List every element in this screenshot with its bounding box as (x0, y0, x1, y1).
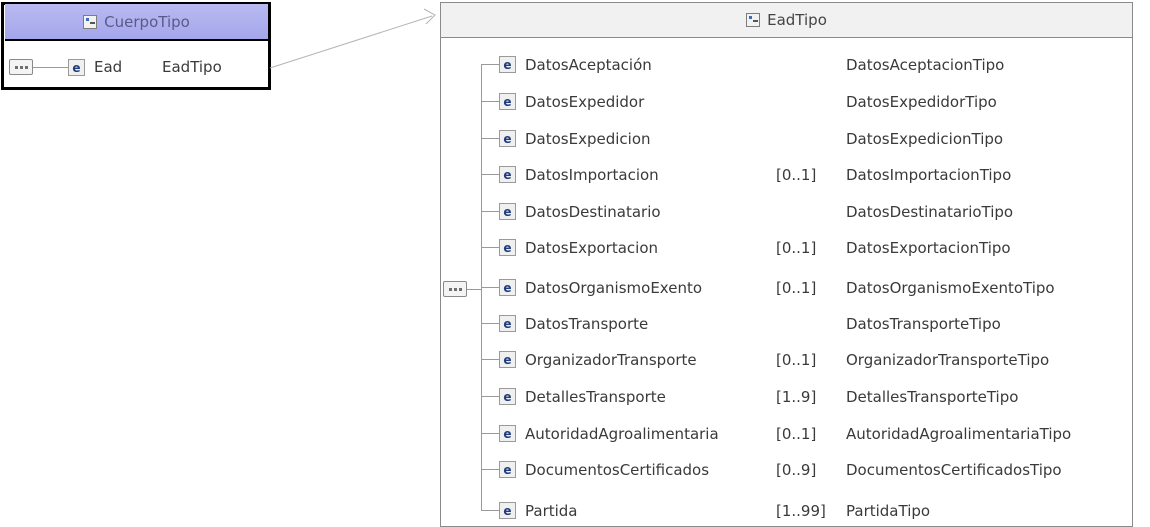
element-type: DatosAceptacionTipo (846, 56, 1005, 74)
element-name: DatosExportacion (525, 239, 659, 257)
ead-tipo-box[interactable] (440, 2, 1133, 527)
element-type: DatosExpedidorTipo (846, 93, 997, 111)
ead-element-name[interactable]: Ead (94, 58, 122, 76)
element-icon: e (499, 130, 516, 147)
element-icon: e (499, 388, 516, 405)
element-type: DatosTransporteTipo (846, 315, 1001, 333)
element-name: OrganizadorTransporte (525, 351, 697, 369)
element-icon: e (499, 351, 516, 368)
connector-line (482, 211, 499, 212)
element-name: DatosDestinatario (525, 203, 661, 221)
element-cardinality: [1..99] (776, 502, 826, 520)
ead-tipo-title: EadTipo (767, 11, 827, 29)
element-cardinality: [0..9] (776, 461, 817, 479)
element-cardinality: [0..1] (776, 279, 817, 297)
ead-tipo-header[interactable]: EadTipo (441, 3, 1132, 38)
connector-line (482, 469, 499, 470)
element-cardinality: [0..1] (776, 166, 817, 184)
element-name: DatosOrganismoExento (525, 279, 703, 297)
element-type: DocumentosCertificadosTipo (846, 461, 1062, 479)
cuerpo-tipo-header[interactable]: CuerpoTipo (5, 4, 268, 41)
element-name: DatosExpedicion (525, 130, 651, 148)
connector-line (482, 510, 499, 511)
element-name: DatosExpedidor (525, 93, 645, 111)
element-type: DatosExportacionTipo (846, 239, 1011, 257)
element-cardinality: [0..1] (776, 425, 817, 443)
element-icon: e (499, 56, 516, 73)
element-name: Partida (525, 502, 578, 520)
connector-line (482, 101, 499, 102)
element-icon: e (68, 59, 85, 76)
element-icon: e (499, 502, 516, 519)
element-name: DatosTransporte (525, 315, 649, 333)
element-cardinality: [0..1] (776, 239, 817, 257)
element-icon: e (499, 425, 516, 442)
connector-line (482, 138, 499, 139)
element-type: DatosExpedicionTipo (846, 130, 1004, 148)
connector-line (482, 396, 499, 397)
element-type: DatosImportacionTipo (846, 166, 1012, 184)
connector-line (482, 247, 499, 248)
connector-line (482, 64, 499, 65)
element-name: DetallesTransporte (525, 388, 666, 406)
element-cardinality: [1..9] (776, 388, 817, 406)
element-type: DatosDestinatarioTipo (846, 203, 1014, 221)
element-name: DatosAceptación (525, 56, 652, 74)
connector-line (482, 433, 499, 434)
connector-line (482, 323, 499, 324)
ead-element-type[interactable]: EadTipo (162, 58, 222, 76)
element-type: PartidaTipo (846, 502, 931, 520)
element-name: DocumentosCertificados (525, 461, 710, 479)
element-name: AutoridadAgroalimentaria (525, 425, 719, 443)
connector-line (33, 67, 68, 68)
element-type: DetallesTransporteTipo (846, 388, 1019, 406)
element-type: AutoridadAgroalimentariaTipo (846, 425, 1072, 443)
connector-line (482, 359, 499, 360)
element-cardinality: [0..1] (776, 351, 817, 369)
connector-line (482, 287, 499, 288)
sequence-icon[interactable] (9, 59, 33, 75)
element-icon: e (499, 166, 516, 183)
cuerpo-tipo-title: CuerpoTipo (104, 12, 190, 31)
element-icon: e (499, 239, 516, 256)
connector-line (467, 289, 481, 290)
element-icon: e (499, 461, 516, 478)
sequence-icon[interactable] (443, 281, 467, 297)
element-icon: e (499, 203, 516, 220)
complex-type-icon (746, 13, 761, 27)
element-type: OrganizadorTransporteTipo (846, 351, 1050, 369)
element-icon: e (499, 279, 516, 296)
element-icon: e (499, 93, 516, 110)
type-reference-arrow (269, 8, 436, 69)
connector-line (482, 174, 499, 175)
complex-type-icon (83, 14, 98, 29)
element-name: DatosImportacion (525, 166, 659, 184)
element-type: DatosOrganismoExentoTipo (846, 279, 1055, 297)
element-icon: e (499, 315, 516, 332)
